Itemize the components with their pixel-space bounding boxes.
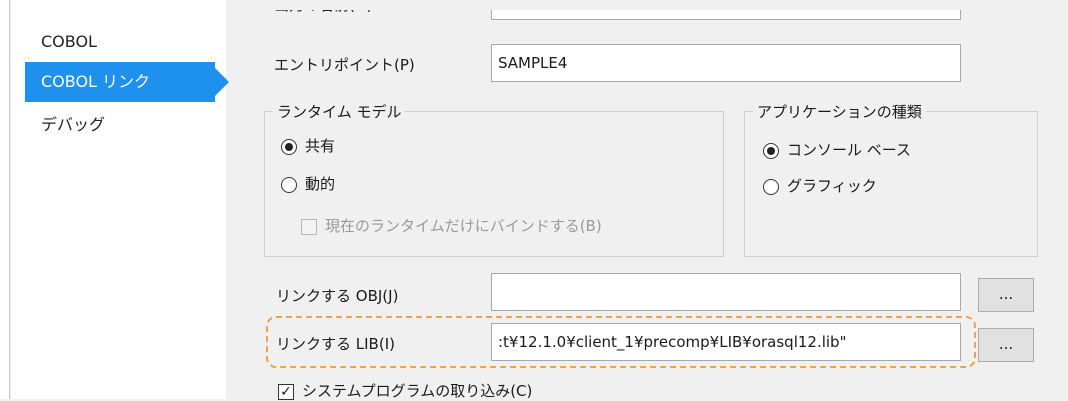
radio-dynamic[interactable]: 動的 <box>281 174 335 194</box>
link-obj-input[interactable] <box>491 273 961 311</box>
window-left-border <box>0 0 10 399</box>
runtime-model-group: ランタイム モデル 共有 動的 現在のランタイムだけにバインドする(B) <box>264 101 724 257</box>
clip-strip <box>248 0 1068 10</box>
sidebar-item-label: デバッグ <box>41 115 106 134</box>
radio-graphic-indicator[interactable] <box>763 178 779 195</box>
sidebar-item-debug[interactable]: デバッグ <box>25 105 215 145</box>
radio-dynamic-indicator[interactable] <box>281 176 297 193</box>
radio-console-indicator[interactable] <box>763 142 779 159</box>
system-program-label: システムプログラムの取り込み(C) <box>302 382 533 400</box>
radio-dynamic-label: 動的 <box>305 175 336 193</box>
radio-shared[interactable]: 共有 <box>281 136 335 156</box>
link-lib-label: リンクする LIB(I) <box>276 335 395 353</box>
link-lib-browse-button[interactable]: ... <box>978 328 1034 362</box>
entry-point-input[interactable]: SAMPLE4 <box>491 44 961 82</box>
radio-shared-label: 共有 <box>305 137 336 155</box>
radio-console-label: コンソール ベース <box>787 141 912 159</box>
bind-current-runtime-label: 現在のランタイムだけにバインドする(B) <box>325 217 602 235</box>
radio-shared-indicator[interactable] <box>281 138 297 155</box>
system-program-box[interactable]: ✓ <box>278 383 294 400</box>
bind-current-runtime-checkbox[interactable]: 現在のランタイムだけにバインドする(B) <box>301 216 602 236</box>
runtime-model-title: ランタイム モデル <box>273 101 406 122</box>
radio-graphic[interactable]: グラフィック <box>763 176 877 196</box>
sidebar-item-cobol[interactable]: COBOL <box>25 22 215 62</box>
sidebar-item-label: COBOL リンク <box>41 72 151 91</box>
application-type-title: アプリケーションの種類 <box>753 101 926 122</box>
bind-current-runtime-box[interactable] <box>301 218 317 235</box>
link-obj-label: リンクする OBJ(J) <box>276 287 399 305</box>
sidebar-item-label: COBOL <box>41 32 97 51</box>
sidebar: COBOL COBOL リンク デバッグ <box>11 0 229 399</box>
link-obj-browse-button[interactable]: ... <box>978 278 1034 312</box>
system-program-checkbox[interactable]: ✓ システムプログラムの取り込み(C) <box>278 381 532 401</box>
radio-console[interactable]: コンソール ベース <box>763 140 911 160</box>
application-type-group: アプリケーションの種類 コンソール ベース グラフィック <box>744 101 1038 257</box>
settings-panel: 出力の名前(O) COBSQL.exe エントリポイント(P) SAMPLE4 … <box>248 0 1068 401</box>
link-lib-input[interactable]: :t¥12.1.0¥client_1¥precomp¥LIB¥orasql12.… <box>491 323 961 361</box>
radio-graphic-label: グラフィック <box>787 177 877 195</box>
entry-point-label: エントリポイント(P) <box>274 56 415 74</box>
sidebar-item-cobol-link[interactable]: COBOL リンク <box>25 62 229 102</box>
